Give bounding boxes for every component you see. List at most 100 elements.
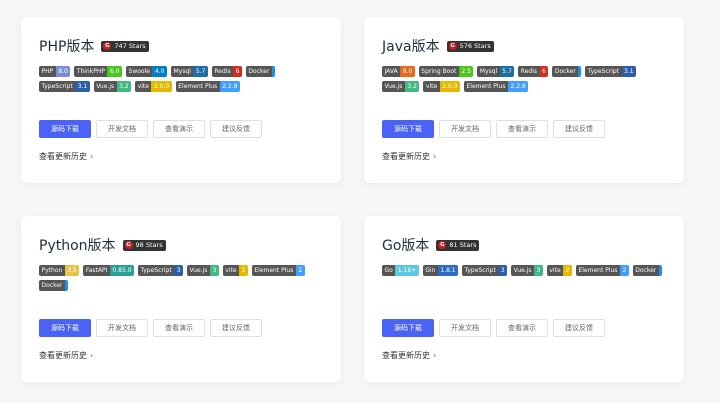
badge-label: ThinkPHP	[74, 66, 108, 77]
badge-value: 8.0	[55, 66, 71, 77]
card-title: Go版本	[382, 238, 430, 254]
stars-count: 81 Stars	[449, 240, 477, 249]
card-python: Python版本 G 98 Stars Python 3.5 FastAPI 0.85.…	[21, 216, 341, 382]
gitee-icon: G	[124, 241, 133, 249]
card-title: Python版本	[39, 238, 116, 254]
view-demo-button[interactable]: 查看演示	[496, 319, 548, 337]
tech-badge: Element Plus 2.2.8	[175, 81, 240, 92]
badge-label: Redis	[518, 66, 540, 77]
badge-value: 2.2.8	[219, 81, 240, 92]
tech-badge: Vue.js 3	[511, 265, 543, 276]
badge-value: 6.0	[107, 66, 123, 77]
badge-value: 2.0.0	[439, 81, 460, 92]
history-label: 查看更新历史	[382, 351, 430, 360]
badge-value: 0.85.0	[109, 265, 135, 276]
dev-docs-button[interactable]: 开发文档	[439, 120, 491, 138]
download-source-button[interactable]: 源码下载	[382, 120, 434, 138]
card-php: PHP版本 G 747 Stars PHP 8.0 ThinkPHP 6.0 Swoole…	[21, 17, 341, 183]
badge-value	[271, 66, 275, 77]
badge-value: 3	[498, 265, 508, 276]
download-source-button[interactable]: 源码下载	[39, 319, 91, 337]
tech-badge: Spring Boot 2.5	[418, 66, 474, 77]
badge-value: 3	[209, 265, 219, 276]
view-demo-button[interactable]: 查看演示	[496, 120, 548, 138]
chevron-right-icon: ›	[433, 152, 437, 161]
stars-count: 98 Stars	[135, 240, 163, 249]
tech-badge: TypeScript 3.1	[585, 66, 637, 77]
tech-badge: Redis 6	[518, 66, 549, 77]
badge-value: 2	[295, 265, 305, 276]
stars-badge[interactable]: G 81 Stars	[436, 239, 480, 251]
badge-value: 4.0	[152, 66, 167, 77]
update-history-link[interactable]: 查看更新历史 ›	[39, 151, 93, 162]
history-label: 查看更新历史	[39, 351, 87, 360]
download-source-button[interactable]: 源码下载	[382, 319, 434, 337]
stars-count: 747 Stars	[114, 41, 146, 50]
tech-badge: FastAPI 0.85.0	[83, 265, 135, 276]
tech-badge: Redis 6	[211, 66, 242, 77]
badge-value	[65, 280, 69, 291]
view-demo-button[interactable]: 查看演示	[153, 120, 205, 138]
dev-docs-button[interactable]: 开发文档	[439, 319, 491, 337]
badge-label: Element Plus	[464, 81, 508, 92]
badge-value: 6	[233, 66, 242, 77]
update-history-link[interactable]: 查看更新历史 ›	[382, 151, 436, 162]
badge-label: Element Plus	[175, 81, 220, 92]
badge-label: FastAPI	[83, 265, 110, 276]
badge-value: 3	[534, 265, 543, 276]
badge-label: vite	[423, 81, 440, 92]
card-go: Go版本 G 81 Stars Go 1.16+ Gin 1.8.1 TypeScript…	[364, 216, 684, 382]
history-label: 查看更新历史	[382, 152, 430, 161]
feedback-button[interactable]: 建议反馈	[553, 319, 605, 337]
feedback-button[interactable]: 建议反馈	[210, 120, 262, 138]
gitee-icon: G	[448, 42, 457, 50]
badge-label: TypeScript	[585, 66, 622, 77]
stars-badge[interactable]: G 747 Stars	[101, 40, 149, 52]
badge-label: vite	[222, 265, 240, 276]
dev-docs-button[interactable]: 开发文档	[96, 120, 148, 138]
badge-value	[578, 66, 582, 77]
badge-label: Go	[382, 265, 396, 276]
feedback-button[interactable]: 建议反馈	[210, 319, 262, 337]
badge-value: 3.1	[621, 66, 637, 77]
tech-badge: Element Plus 2	[575, 265, 629, 276]
tech-badge: Vue.js 3.2	[382, 81, 420, 92]
badge-label: Docker	[245, 66, 272, 77]
tech-badge: vite 2	[546, 265, 572, 276]
badge-value: 3.1	[75, 81, 90, 92]
card-title: PHP版本	[39, 39, 95, 55]
dev-docs-button[interactable]: 开发文档	[96, 319, 148, 337]
badge-value: 2	[239, 265, 248, 276]
badge-value: 3.5	[64, 265, 80, 276]
tech-badge: Mysql 5.7	[170, 66, 208, 77]
badge-value: 2	[619, 265, 629, 276]
badge-value: 3.2	[116, 81, 132, 92]
tech-badge: JAVA 8.0	[382, 66, 415, 77]
download-source-button[interactable]: 源码下载	[39, 120, 91, 138]
badge-label: Mysql	[170, 66, 194, 77]
badge-label: Spring Boot	[418, 66, 459, 77]
badge-label: Docker	[552, 66, 579, 77]
badge-label: vite	[546, 265, 564, 276]
tech-badges: PHP 8.0 ThinkPHP 6.0 Swoole 4.0 Mysql 5.7 Redis 6…	[39, 66, 324, 92]
tech-badge: Mysql 5.7	[477, 66, 515, 77]
view-demo-button[interactable]: 查看演示	[153, 319, 205, 337]
badge-value: 5.7	[193, 66, 208, 77]
badge-label: Swoole	[126, 66, 153, 77]
badge-value: 8.0	[400, 66, 415, 77]
badge-value: 2.5	[458, 66, 474, 77]
badge-label: JAVA	[382, 66, 401, 77]
badge-label: TypeScript	[462, 265, 499, 276]
badge-label: PHP	[39, 66, 56, 77]
badge-value: 5.7	[499, 66, 515, 77]
badge-value: 1.8.1	[437, 265, 459, 276]
badge-label: Mysql	[477, 66, 500, 77]
stars-badge[interactable]: G 98 Stars	[122, 239, 166, 251]
feedback-button[interactable]: 建议反馈	[553, 120, 605, 138]
tech-badges: Go 1.16+ Gin 1.8.1 TypeScript 3 Vue.js 3 vite 2 El…	[382, 265, 667, 276]
update-history-link[interactable]: 查看更新历史 ›	[39, 350, 93, 361]
badge-label: Docker	[39, 280, 66, 291]
update-history-link[interactable]: 查看更新历史 ›	[382, 350, 436, 361]
gitee-icon: G	[103, 42, 112, 50]
stars-badge[interactable]: G 576 Stars	[446, 40, 494, 52]
